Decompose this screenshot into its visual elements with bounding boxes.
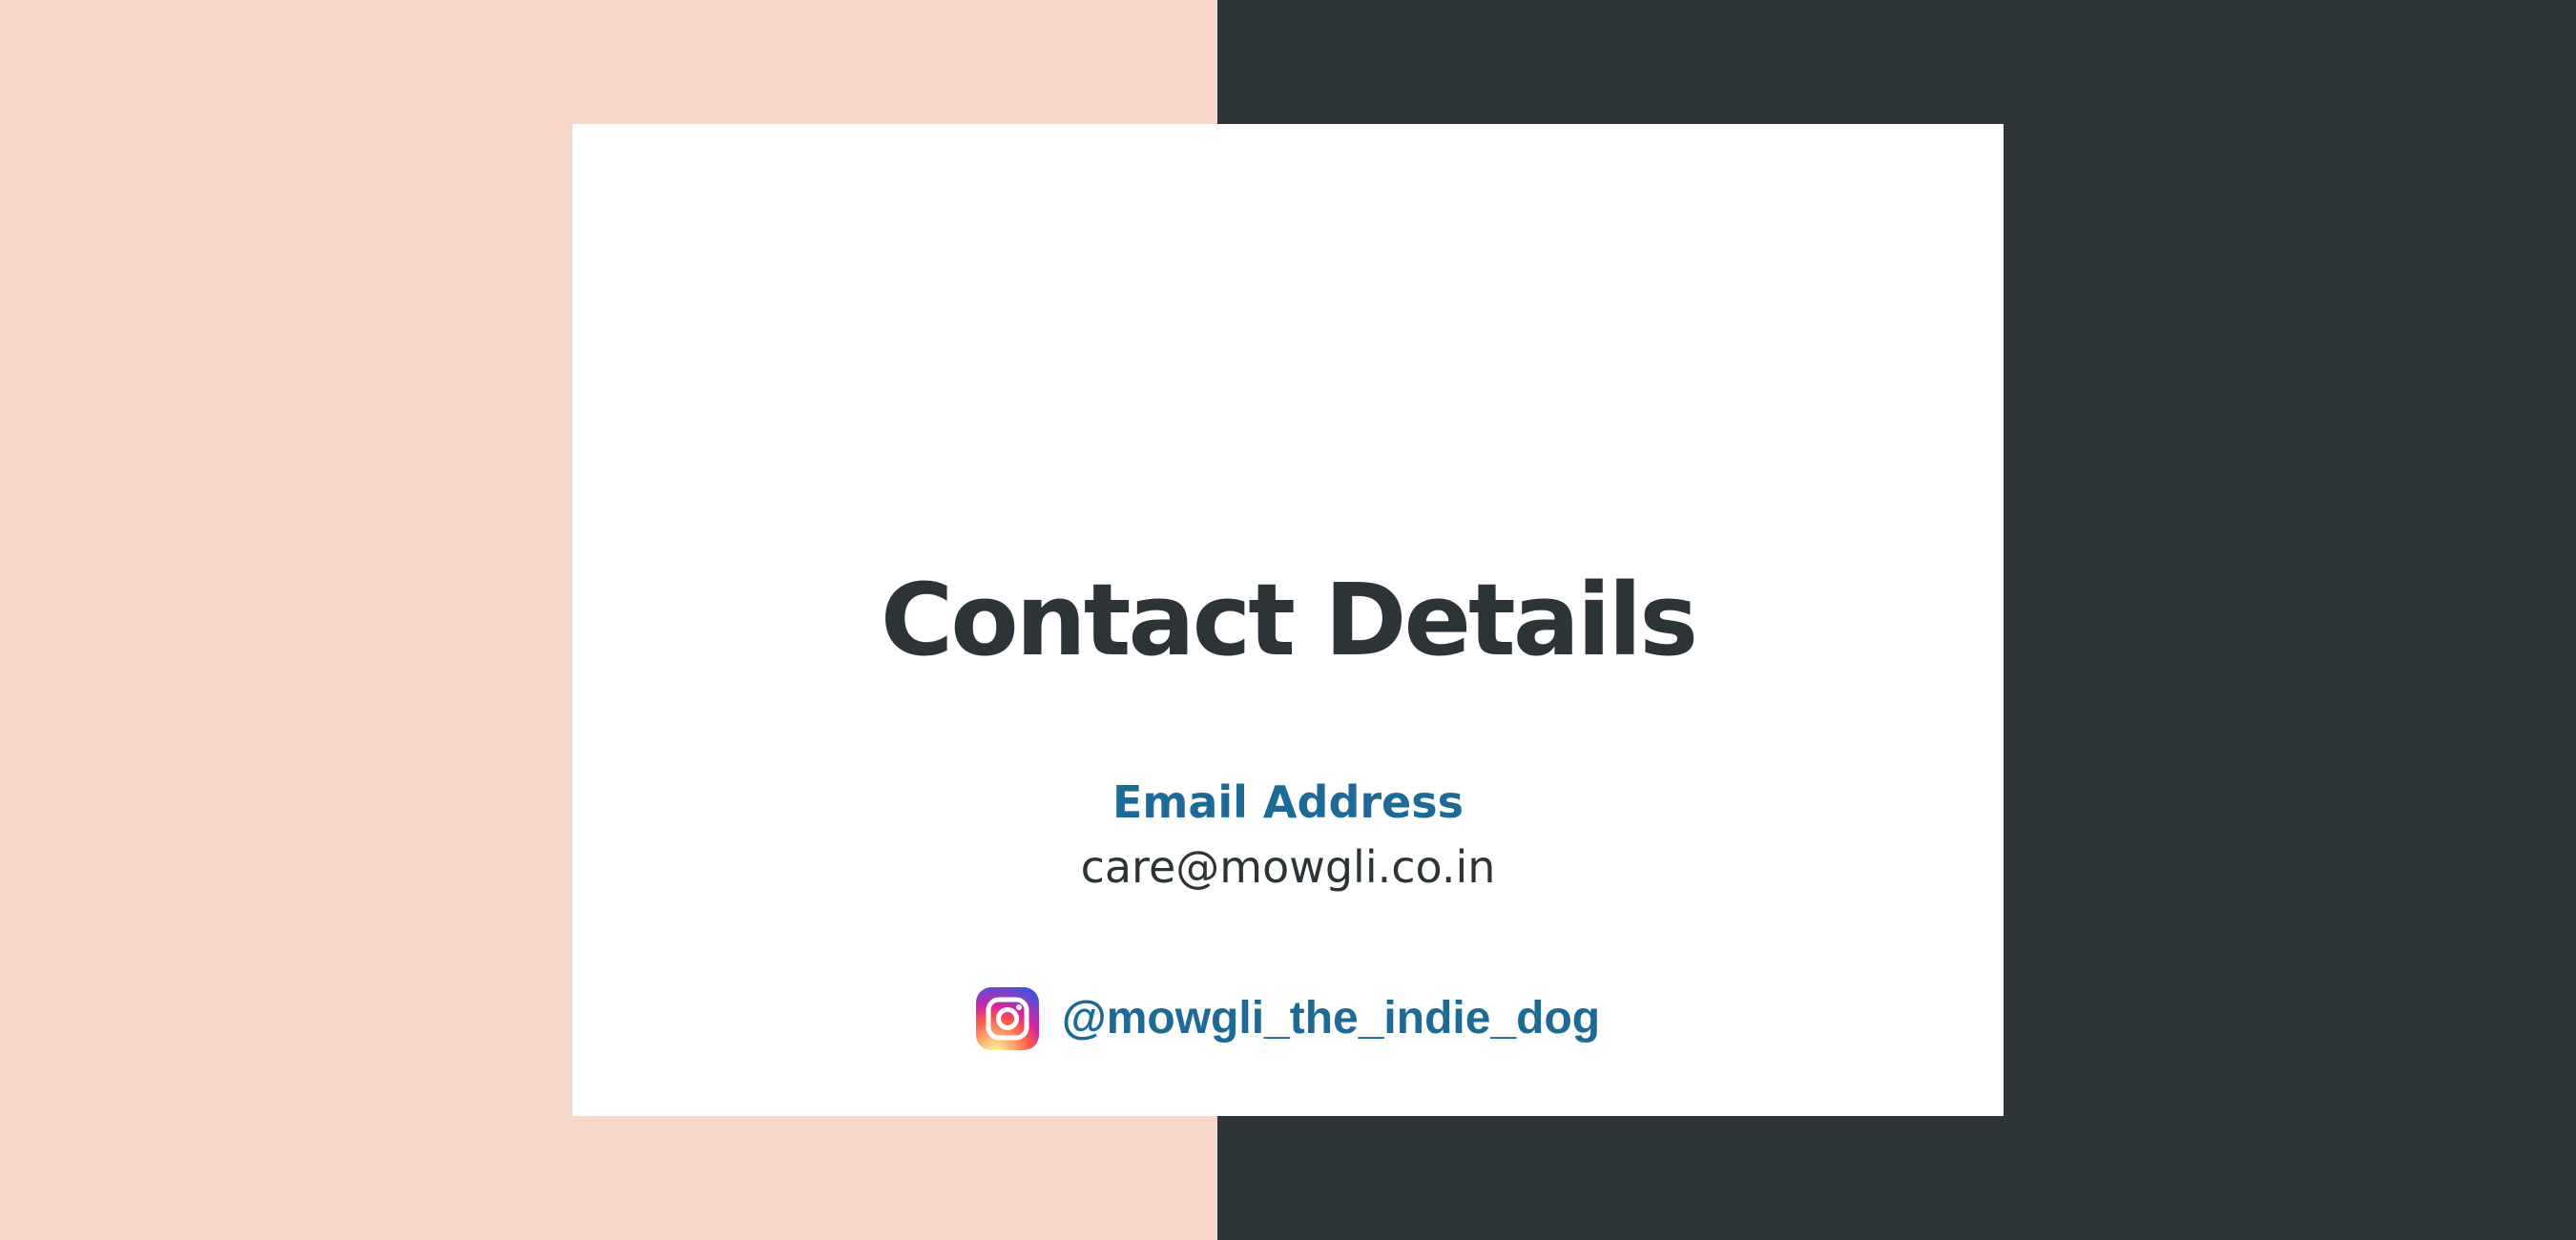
email-address-link[interactable]: care@mowgli.co.in xyxy=(572,845,2004,889)
contact-card: Contact Details Email Address care@mowgl… xyxy=(572,124,2004,1116)
instagram-icon xyxy=(975,987,1039,1050)
instagram-handle-link[interactable]: @mowgli_the_indie_dog xyxy=(1062,996,1600,1042)
page-title: Contact Details xyxy=(880,562,1698,678)
instagram-row[interactable]: @mowgli_the_indie_dog xyxy=(572,987,2004,1050)
email-label: Email Address xyxy=(1111,776,1465,828)
